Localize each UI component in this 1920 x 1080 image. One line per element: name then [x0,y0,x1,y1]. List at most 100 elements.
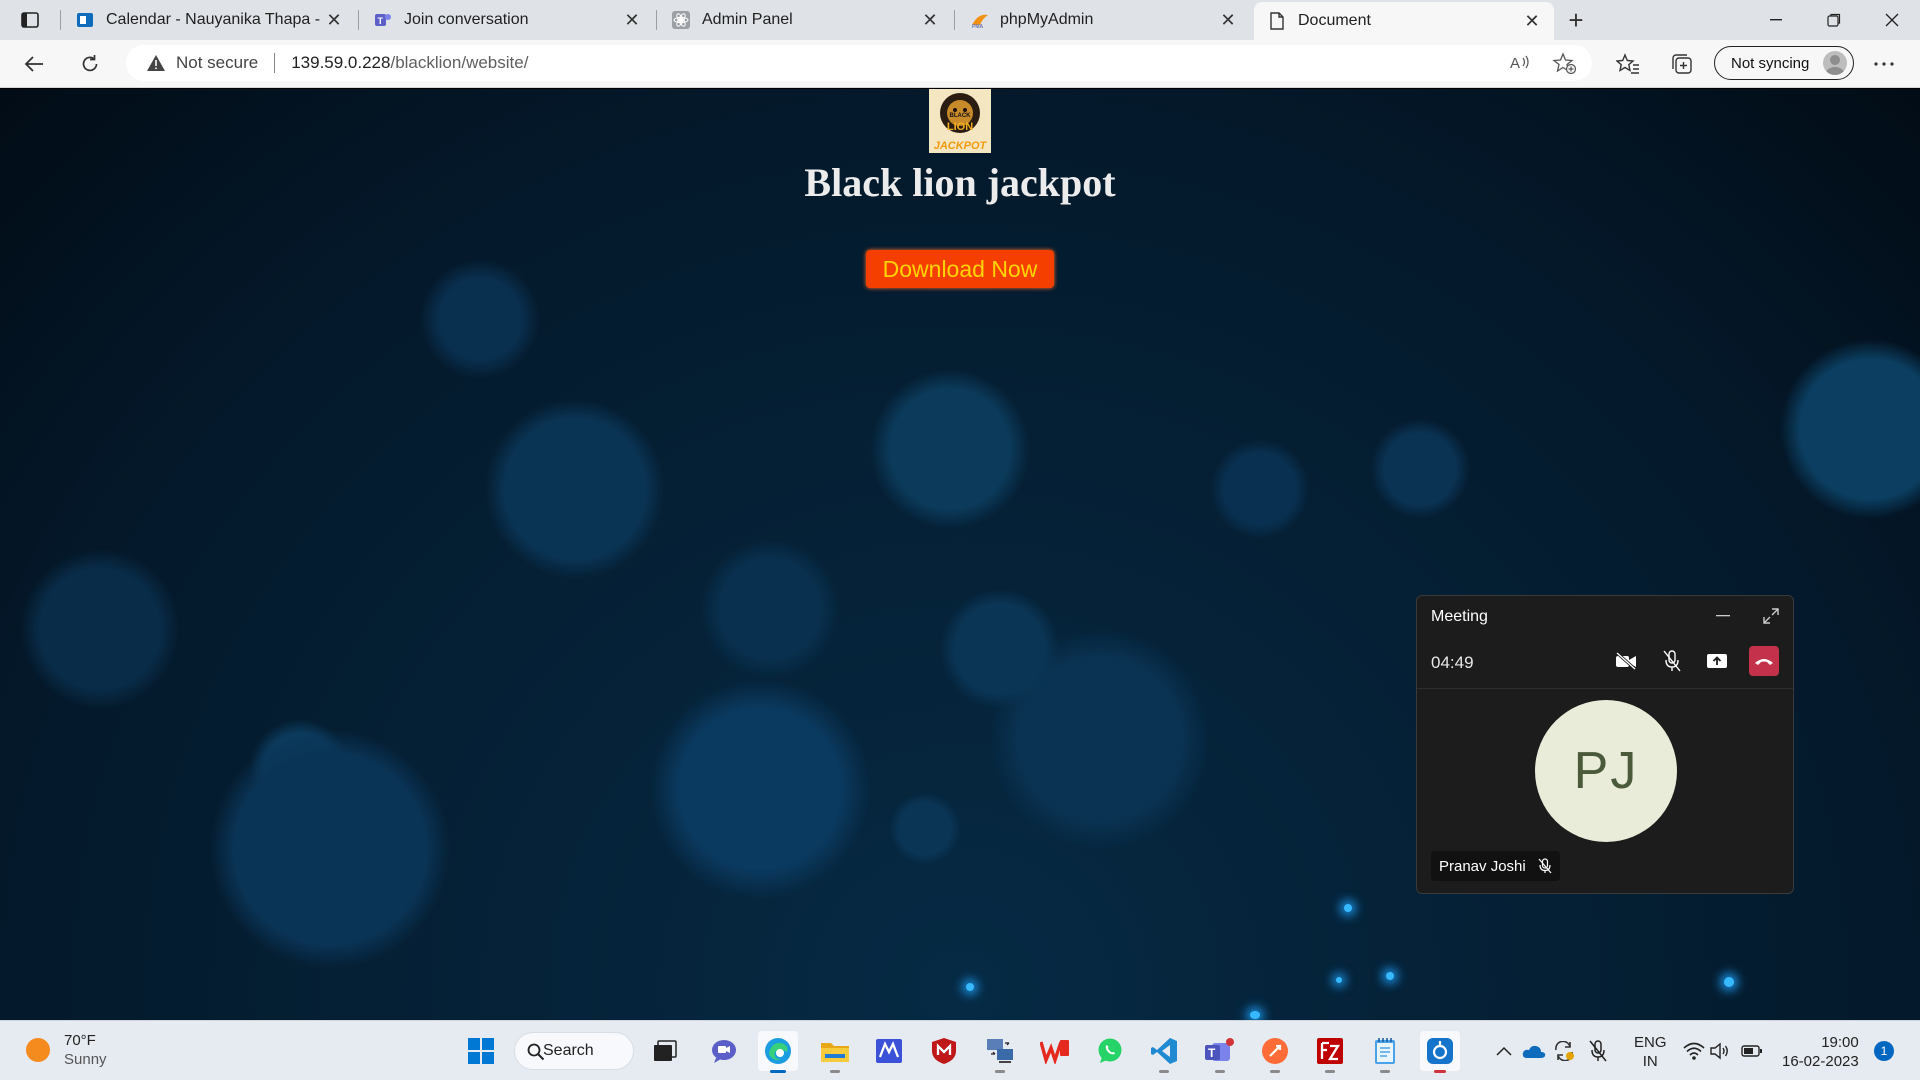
svg-text:T: T [1208,1046,1216,1060]
snipping-tool-icon[interactable] [1420,1031,1460,1073]
url-host: 139.59.0.228 [291,53,391,72]
more-options-icon[interactable] [1866,48,1902,80]
favorites-icon[interactable] [1610,48,1646,80]
svg-text:T: T [378,16,384,26]
sync-icon[interactable] [1552,1039,1576,1063]
minimize-button[interactable] [1748,0,1804,40]
weather-widget[interactable]: 70°F Sunny [26,1031,107,1069]
add-favorite-icon[interactable] [1552,52,1577,79]
outlook-icon [76,11,94,29]
file-explorer-icon[interactable] [815,1031,855,1073]
participant-name-tag: Pranav Joshi [1431,851,1560,881]
wps-office-icon[interactable] [1035,1031,1075,1071]
search-icon [527,1043,545,1066]
logo-text-jackpot: JACKPOT [934,140,988,152]
bokeh-light [1386,972,1394,980]
react-icon [672,11,690,29]
close-icon[interactable]: ✕ [1522,11,1542,31]
mic-muted-icon [1538,858,1552,874]
share-screen-icon[interactable] [1702,646,1732,676]
task-view-icon[interactable] [646,1031,686,1071]
minimize-icon[interactable] [1713,606,1733,626]
sun-icon [26,1038,50,1062]
address-bar[interactable]: Not secure 139.59.0.228/blacklion/websit… [126,45,1592,81]
read-aloud-icon[interactable]: A [1510,53,1532,78]
tab-title: Calendar - Nauyanika Thapa - Outlook [106,11,324,28]
sync-button[interactable]: Not syncing [1714,46,1854,80]
tab-phpmyadmin[interactable]: PMA phpMyAdmin ✕ [956,0,1250,40]
warning-icon[interactable] [146,53,166,73]
edge-browser-icon[interactable] [758,1031,798,1073]
close-icon[interactable]: ✕ [324,10,344,30]
svg-text:A: A [1510,55,1520,72]
collections-icon[interactable] [1664,48,1700,80]
expand-icon[interactable] [1761,606,1781,626]
clock-time: 19:00 [1821,1034,1859,1051]
language-code: ENG [1634,1034,1667,1051]
profile-avatar-icon [1823,51,1847,75]
language-indicator[interactable]: ENG IN [1634,1033,1667,1071]
tab-outlook-calendar[interactable]: Calendar - Nauyanika Thapa - Outlook ✕ [62,0,356,40]
microsoft-teams-icon[interactable]: T [1200,1031,1240,1073]
close-window-button[interactable] [1864,0,1920,40]
camera-off-icon[interactable] [1611,646,1641,676]
restore-button[interactable] [1806,0,1862,40]
page-title: Black lion jackpot [804,160,1116,205]
document-icon [1268,12,1286,30]
taskbar: 70°F Sunny Search T ENG IN 19:00 16-02-2… [0,1020,1920,1080]
notification-badge[interactable]: 1 [1874,1041,1894,1061]
close-icon[interactable]: ✕ [1218,10,1238,30]
bokeh-light [1724,977,1734,987]
volume-icon[interactable] [1708,1039,1732,1063]
postman-icon[interactable] [1255,1031,1295,1073]
tab-document[interactable]: Document ✕ [1254,2,1554,40]
taskbar-search[interactable]: Search [514,1032,634,1070]
close-icon[interactable]: ✕ [622,10,642,30]
browser-tab-strip: Calendar - Nauyanika Thapa - Outlook ✕ T… [0,0,1920,40]
logo-text-lion: LION [947,121,973,133]
start-icon[interactable] [461,1031,501,1071]
participant-avatar: PJ [1535,700,1677,842]
notepad-icon[interactable] [1365,1031,1405,1073]
tab-title: phpMyAdmin [1000,11,1094,28]
tab-admin-panel[interactable]: Admin Panel ✕ [658,0,952,40]
security-status-label[interactable]: Not secure [176,53,258,73]
url-text[interactable]: 139.59.0.228/blacklion/website/ [291,53,528,73]
onedrive-icon[interactable] [1522,1039,1546,1063]
new-tab-button[interactable]: + [1562,5,1590,35]
vs-code-icon[interactable] [1144,1031,1184,1073]
refresh-button[interactable] [72,48,108,80]
back-button[interactable] [16,48,52,80]
wifi-icon[interactable] [1682,1039,1706,1063]
tab-title: Join conversation [404,11,529,28]
filezilla-icon[interactable] [1310,1031,1350,1073]
mcafee-antivirus-icon[interactable] [869,1031,909,1071]
tab-title: Document [1298,12,1371,29]
bokeh-light [1336,977,1342,983]
meeting-timer: 04:49 [1431,653,1474,672]
mic-muted-icon[interactable] [1586,1039,1610,1063]
teams-icon: T [374,11,392,29]
tab-join-conversation[interactable]: T Join conversation ✕ [360,0,654,40]
remote-desktop-icon[interactable] [980,1031,1020,1073]
clock-date: 16-02-2023 [1782,1053,1859,1070]
teams-chat-icon[interactable] [704,1031,744,1071]
close-icon[interactable]: ✕ [920,10,940,30]
sync-label: Not syncing [1731,54,1810,72]
weather-desc: Sunny [64,1051,107,1068]
battery-icon[interactable] [1740,1039,1764,1063]
participant-name: Pranav Joshi [1439,857,1526,875]
download-now-button[interactable]: Download Now [866,250,1054,288]
chevron-up-icon[interactable] [1492,1039,1516,1063]
weather-temp: 70°F [64,1032,96,1049]
meeting-widget: Meeting 04:49 PJ Pranav Joshi [1416,595,1794,894]
mic-muted-icon[interactable] [1657,646,1687,676]
region-code: IN [1642,1053,1658,1070]
system-clock[interactable]: 19:00 16-02-2023 [1782,1033,1859,1071]
end-call-button[interactable] [1749,646,1779,676]
mcafee-shield-icon[interactable] [924,1031,964,1071]
tab-actions-icon[interactable] [14,8,46,32]
whatsapp-icon[interactable] [1090,1031,1130,1071]
site-logo: BLACK LION JACKPOT [929,89,991,153]
bokeh-light [1250,1011,1260,1019]
